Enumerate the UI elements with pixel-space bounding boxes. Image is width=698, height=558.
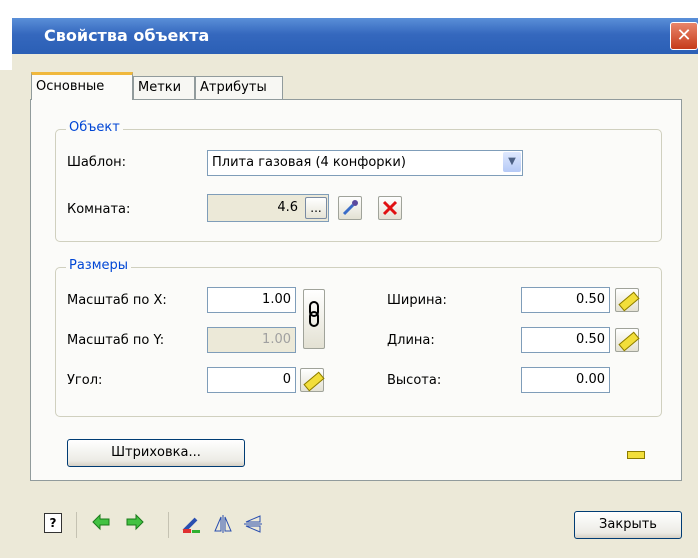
mirror-horizontal-icon[interactable] [212,513,234,535]
toolbar-separator [168,512,169,538]
scale-y-input[interactable]: 1.00 [207,327,296,353]
width-label: Ширина: [387,293,447,308]
measure-length-button[interactable] [615,328,640,352]
next-arrow-icon[interactable] [124,513,146,535]
scale-x-input[interactable]: 1.00 [207,287,296,313]
dialog-window: Свойства объекта ✕ Основные Метки Атрибу… [0,0,698,558]
room-label: Комната: [67,202,131,217]
template-select[interactable]: Плита газовая (4 конфорки) ▼ [207,150,523,176]
tab-panel-basic: Объект Шаблон: Плита газовая (4 конфорки… [30,99,682,481]
template-label: Шаблон: [67,155,127,170]
scale-x-label: Масштаб по X: [67,293,167,308]
chevron-down-icon[interactable]: ▼ [503,152,521,172]
length-input[interactable]: 0.50 [521,327,610,353]
tab-labels[interactable]: Метки [133,76,195,99]
length-label: Длина: [387,333,435,348]
chain-link-icon [309,301,319,327]
toolbar-separator [76,512,77,538]
tab-basic[interactable]: Основные [31,72,133,100]
link-scale-toggle[interactable] [303,289,325,349]
close-button[interactable]: Закрыть [574,511,682,539]
pick-room-button[interactable] [338,196,362,220]
window-title: Свойства объекта [12,18,698,54]
help-icon[interactable]: ? [44,513,62,533]
paint-brush-icon[interactable] [180,513,202,535]
ruler-icon [618,331,640,352]
tab-attributes[interactable]: Атрибуты [195,76,283,99]
room-value: 4.6 [277,200,298,215]
scale-y-label: Масштаб по Y: [67,333,165,348]
template-select-value: Плита газовая (4 конфорки) [212,155,406,170]
ruler-small-icon [627,451,645,459]
ruler-icon [618,291,640,312]
ruler-icon [303,371,325,392]
hatch-button[interactable]: Штриховка... [67,439,245,467]
width-input[interactable]: 0.50 [521,287,610,313]
sizes-group-title: Размеры [66,258,132,273]
height-label: Высота: [387,373,442,388]
close-window-button[interactable]: ✕ [670,22,698,50]
angle-label: Угол: [67,373,103,388]
previous-arrow-icon[interactable] [90,513,112,535]
angle-input[interactable]: 0 [207,367,296,393]
room-browse-button[interactable]: ... [305,197,327,219]
height-input[interactable]: 0.00 [521,367,610,393]
mirror-vertical-icon[interactable] [242,513,264,535]
object-group: Объект [55,120,662,242]
measure-width-button[interactable] [615,288,640,312]
clear-room-button[interactable] [378,196,402,220]
eyedropper-icon [342,200,358,216]
object-group-title: Объект [66,120,123,135]
delete-icon [382,200,398,216]
measure-angle-button[interactable] [300,368,325,392]
